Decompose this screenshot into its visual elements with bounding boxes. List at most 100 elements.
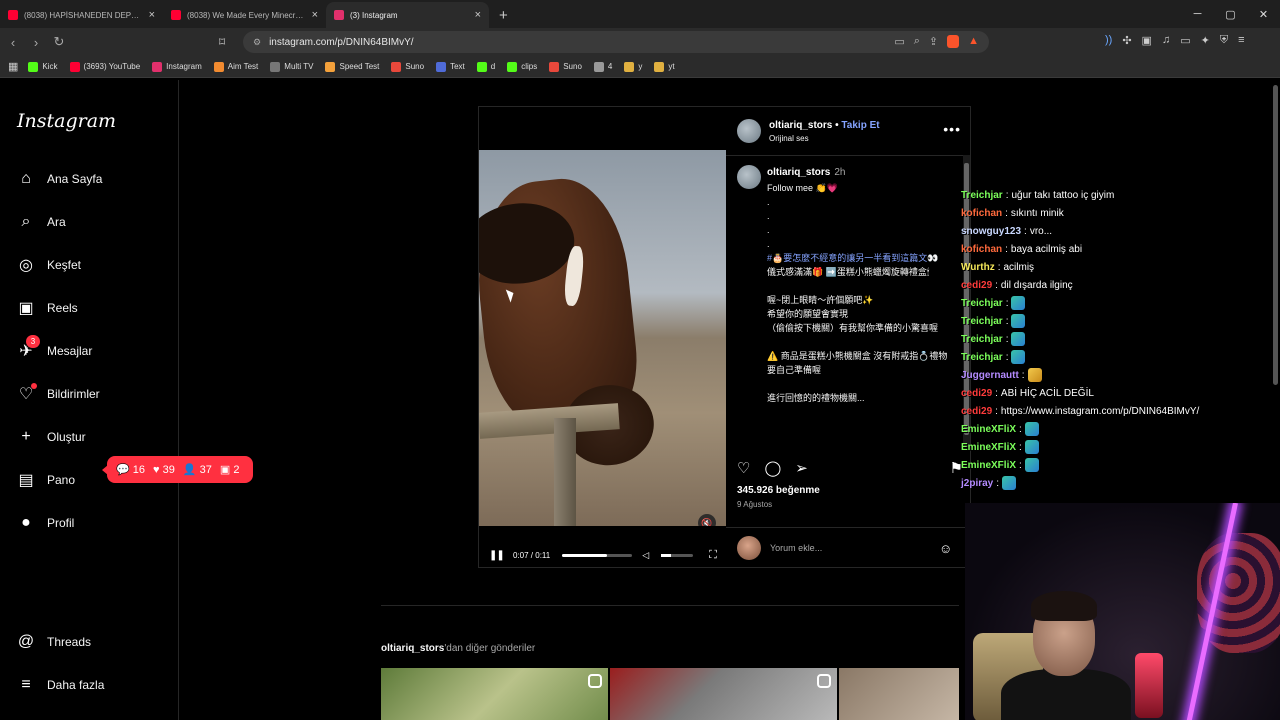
rewards-icon[interactable]: ▲ — [968, 35, 979, 48]
chat-username[interactable]: Treichjar — [961, 298, 1003, 309]
pause-icon[interactable]: ❚❚ — [489, 550, 505, 561]
minimize-icon[interactable]: ─ — [1181, 8, 1214, 20]
bookmark-item[interactable]: yt — [654, 61, 675, 72]
sidebar-item-olu-tur[interactable]: + Oluştur — [17, 428, 85, 446]
follow-button[interactable]: Takip Et — [841, 120, 879, 131]
chat-username[interactable]: EmineXFliX — [961, 460, 1016, 471]
forward-icon[interactable]: › — [26, 35, 46, 50]
post-thumbnail[interactable] — [610, 668, 837, 720]
sidebar-item-pano[interactable]: ▤ Pano — [17, 471, 75, 489]
author-username[interactable]: oltiariq_stors — [769, 120, 832, 131]
like-count-text[interactable]: 345.926 beğenme — [737, 485, 820, 496]
zoom-icon[interactable]: ⌕ — [914, 35, 920, 48]
sidebar-item-ana-sayfa[interactable]: ⌂ Ana Sayfa — [17, 170, 102, 188]
brave-shields-icon[interactable] — [947, 35, 960, 48]
wallet-icon[interactable]: ▭ — [1180, 34, 1190, 47]
caption-username[interactable]: oltiariq_stors — [767, 167, 830, 178]
comment-icon[interactable]: ◯ — [764, 459, 781, 477]
install-app-icon[interactable]: ▭ — [894, 35, 904, 48]
bookmark-page-icon[interactable]: ⌑ — [219, 35, 225, 49]
chat-username[interactable]: Treichjar — [961, 352, 1003, 363]
bookmark-item[interactable]: Suno — [549, 61, 582, 72]
chat-username[interactable]: snowguy123 — [961, 226, 1021, 237]
notifications-popup[interactable]: 💬 16 ♥ 39 👤 37 ▣ 2 — [102, 456, 253, 483]
browser-tab[interactable]: (3) Instagram × — [326, 2, 489, 28]
sidebar-item-ara[interactable]: ⌕ Ara — [17, 213, 66, 231]
reel-video[interactable]: 🔇 — [479, 150, 726, 526]
page-scroll-thumb[interactable] — [1273, 85, 1278, 385]
bookmark-item[interactable]: d — [476, 61, 495, 72]
url-text[interactable]: instagram.com/p/DNIN64BIMvY/ — [269, 37, 414, 48]
close-tab-icon[interactable]: × — [312, 9, 318, 21]
fullscreen-icon[interactable]: ⛶ — [709, 549, 717, 562]
sidebar-item-mesajlar[interactable]: ✈ 3 Mesajlar — [17, 335, 92, 360]
bookmark-item[interactable]: Multi TV — [270, 61, 313, 72]
bookmark-item[interactable]: (3693) YouTube — [69, 61, 140, 72]
sidebar-item-reels[interactable]: ▣ Reels — [17, 299, 77, 317]
bookmark-item[interactable]: clips — [507, 61, 537, 72]
more-options-icon[interactable]: ••• — [943, 121, 961, 137]
seek-bar[interactable] — [562, 553, 633, 557]
sidebar-item-ke-fet[interactable]: ◎ Keşfet — [17, 256, 81, 274]
author-avatar[interactable] — [737, 119, 761, 143]
audio-label[interactable]: Orijinal ses — [769, 134, 809, 143]
like-icon[interactable]: ♡ — [737, 459, 750, 477]
bookmark-item[interactable]: Instagram — [152, 61, 202, 72]
reload-icon[interactable]: ↻ — [49, 34, 69, 50]
address-bar[interactable]: ⌑ ⚙ instagram.com/p/DNIN64BIMvY/ ▭ ⌕ ⇪ ▲ — [219, 31, 989, 53]
browser-tab[interactable]: (8038) HAPİSHANEDEN DEPO ALDIK × — [0, 2, 163, 28]
chat-username[interactable]: EmineXFliX — [961, 424, 1016, 435]
sidebar-toggle-icon[interactable]: ▣ — [1142, 34, 1152, 47]
sidebar-item-daha-fazla[interactable]: ≡ Daha fazla — [17, 676, 104, 694]
sidebar-item-profil[interactable]: ● Profil — [17, 514, 74, 532]
new-tab-button[interactable]: + — [489, 7, 518, 28]
close-window-icon[interactable]: ✕ — [1247, 8, 1280, 21]
bookmark-item[interactable]: Text — [436, 61, 465, 72]
music-icon[interactable]: ♫ — [1162, 34, 1170, 47]
maximize-icon[interactable]: ▢ — [1214, 8, 1247, 21]
sidebar-item-threads[interactable]: @ Threads — [17, 633, 91, 651]
vpn-icon[interactable]: ⛨ — [1220, 34, 1228, 47]
chat-username[interactable]: cedi29 — [961, 406, 992, 417]
emoji-icon[interactable]: ☺ — [939, 541, 952, 556]
browser-tab[interactable]: (8038) We Made Every Minecraft Sw × — [163, 2, 326, 28]
bookmark-item[interactable]: Suno — [391, 61, 424, 72]
bookmark-item[interactable]: y — [624, 61, 642, 72]
post-thumbnail[interactable] — [839, 668, 959, 720]
bookmark-item[interactable]: Speed Test — [325, 61, 379, 72]
audio-extension-icon[interactable]: )) — [1105, 34, 1112, 47]
extensions-icon[interactable]: ✣ — [1122, 34, 1131, 47]
close-tab-icon[interactable]: × — [149, 9, 155, 21]
volume-icon[interactable]: ◁ — [642, 550, 649, 561]
bookmark-item[interactable]: Kick — [28, 61, 58, 72]
volume-slider[interactable] — [661, 553, 694, 557]
chat-username[interactable]: Treichjar — [961, 334, 1003, 345]
post-thumbnail[interactable] — [381, 668, 608, 720]
chat-username[interactable]: j2piray — [961, 478, 993, 489]
chat-username[interactable]: kofichan — [961, 244, 1002, 255]
more-posts-username[interactable]: oltiariq_stors — [381, 643, 444, 654]
share-icon[interactable]: ⇪ — [929, 35, 938, 48]
caption-avatar[interactable] — [737, 165, 761, 189]
back-icon[interactable]: ‹ — [3, 35, 23, 50]
chat-username[interactable]: kofichan — [961, 208, 1002, 219]
bookmark-item[interactable]: 4 — [593, 61, 612, 72]
leo-ai-icon[interactable]: ✦ — [1201, 34, 1210, 47]
sidebar-item-bildirimler[interactable]: ♡ Bildirimler — [17, 383, 100, 403]
bookmark-item[interactable]: Aim Test — [213, 61, 258, 72]
mute-toggle-icon[interactable]: 🔇 — [698, 514, 716, 526]
browser-menu-icon[interactable]: ≡ — [1238, 34, 1244, 47]
chat-username[interactable]: cedi29 — [961, 388, 992, 399]
comment-input[interactable] — [770, 543, 930, 553]
close-tab-icon[interactable]: × — [475, 9, 481, 21]
chat-username[interactable]: cedi29 — [961, 280, 992, 291]
chat-username[interactable]: EmineXFliX — [961, 442, 1016, 453]
share-post-icon[interactable]: ➢ — [795, 459, 808, 477]
chat-username[interactable]: Juggernautt — [961, 370, 1019, 381]
apps-grid-icon[interactable]: ▦ — [8, 60, 18, 73]
chat-username[interactable]: Treichjar — [961, 190, 1003, 201]
chat-username[interactable]: Treichjar — [961, 316, 1003, 327]
instagram-logo[interactable]: Instagram — [17, 110, 116, 132]
chat-username[interactable]: Wurthz — [961, 262, 995, 273]
page-scrollbar[interactable] — [1271, 80, 1280, 720]
